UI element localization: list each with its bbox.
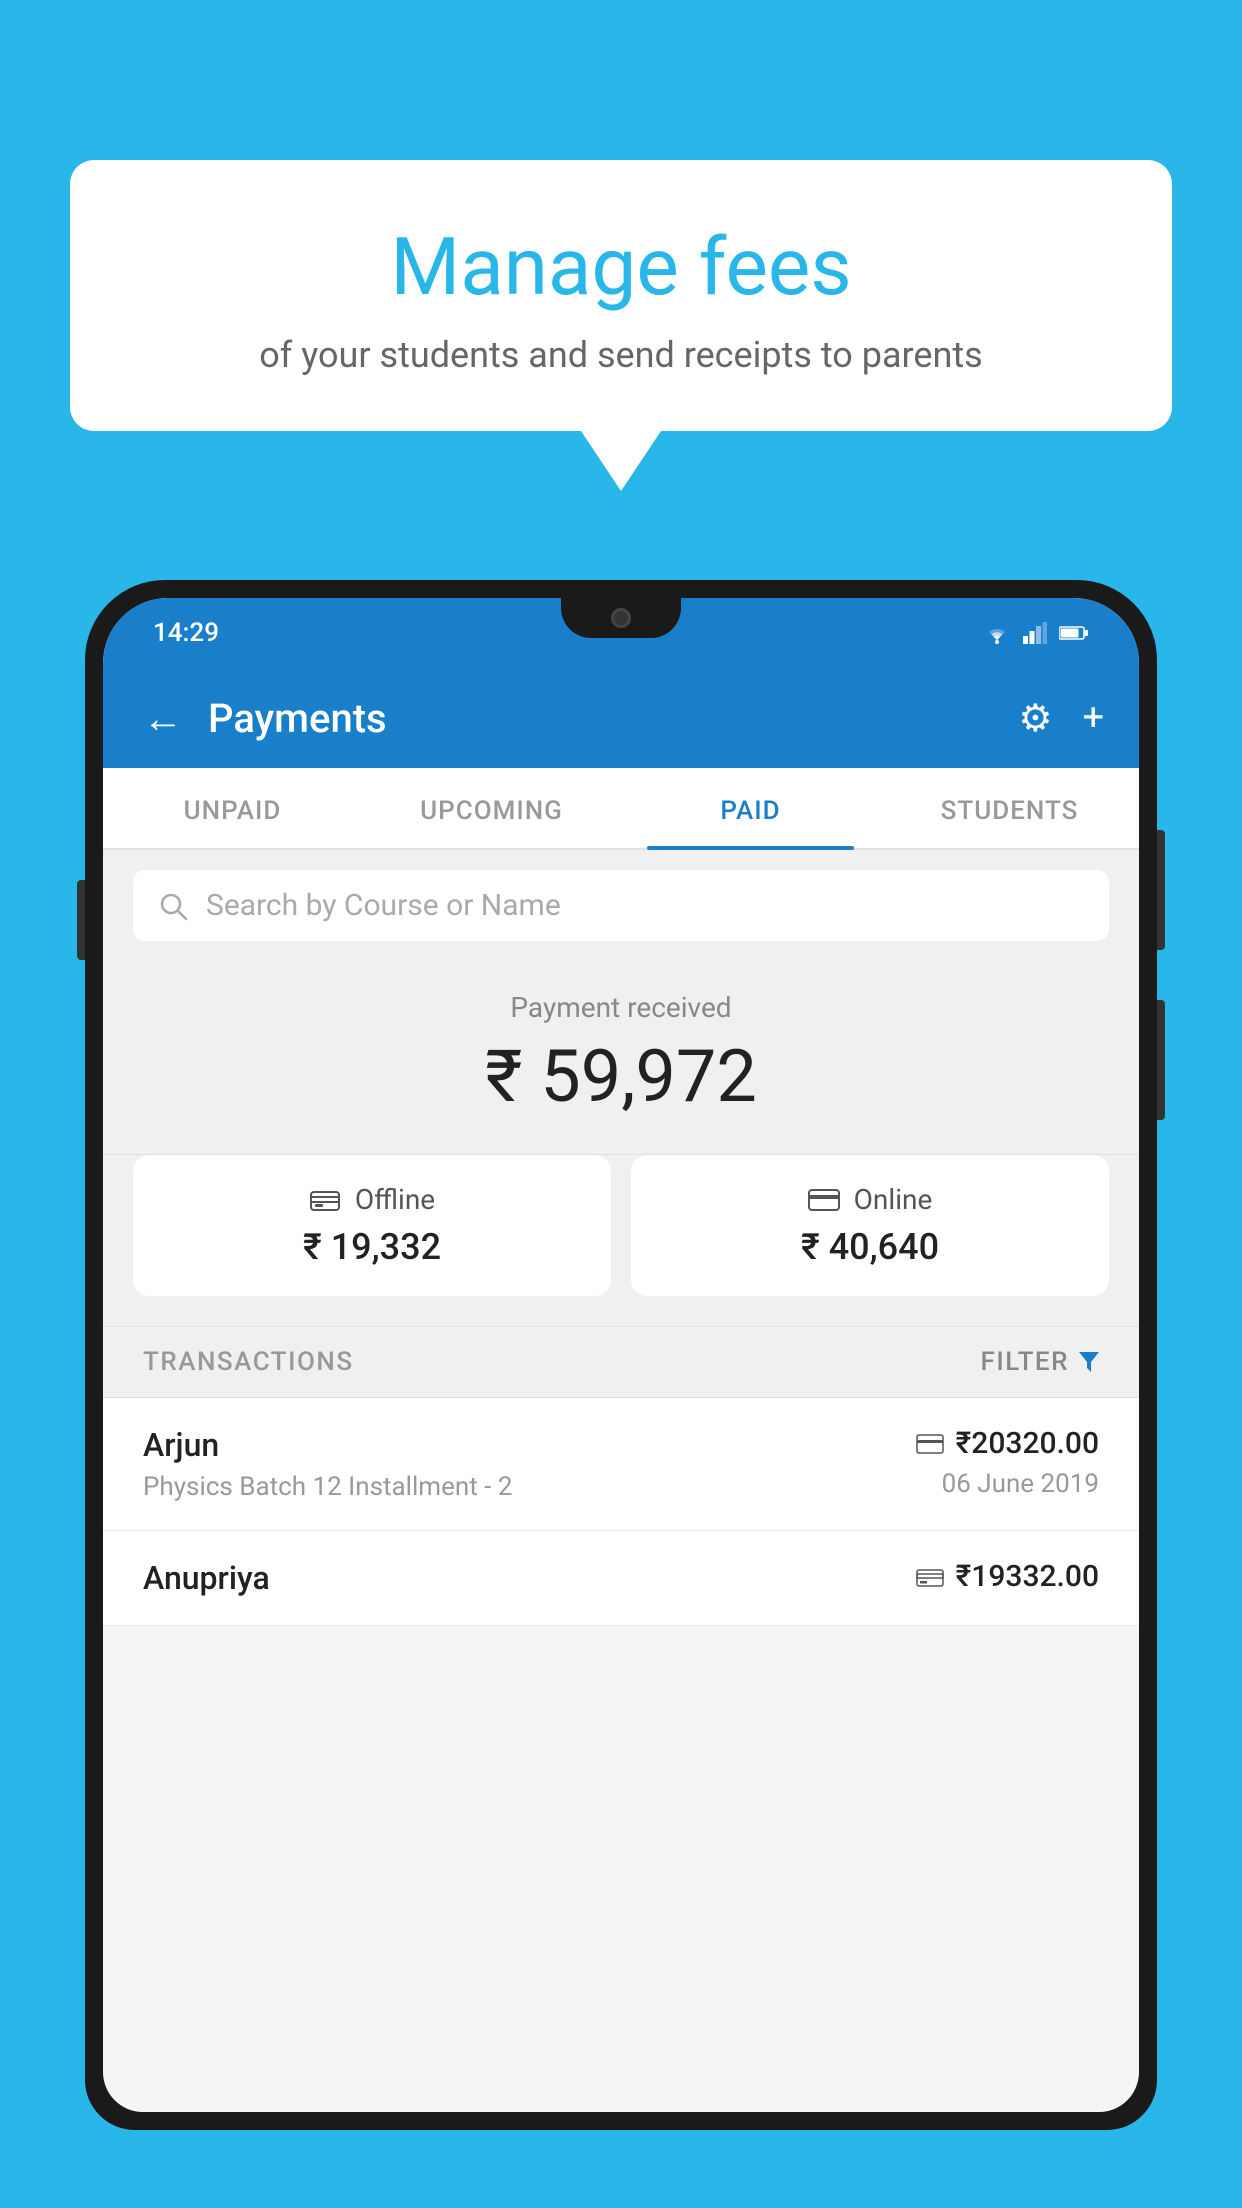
online-method-header: Online <box>656 1183 1084 1216</box>
status-icons <box>983 622 1089 644</box>
offline-payment-icon <box>916 1565 944 1589</box>
transaction-date: 06 June 2019 <box>942 1469 1099 1499</box>
back-button[interactable]: ← <box>138 690 188 747</box>
phone-notch <box>561 598 681 638</box>
filter-icon <box>1079 1352 1099 1372</box>
filter-label: FILTER <box>981 1347 1069 1377</box>
search-input-wrapper[interactable]: Search by Course or Name <box>133 870 1109 941</box>
speech-bubble: Manage fees of your students and send re… <box>70 160 1172 431</box>
phone-container: 14:29 <box>85 580 1157 2208</box>
power-button <box>1157 830 1165 950</box>
tab-unpaid[interactable]: UNPAID <box>103 768 362 848</box>
search-icon <box>158 891 188 921</box>
transaction-right: ₹19332.00 <box>916 1559 1099 1594</box>
battery-icon <box>1059 625 1089 641</box>
phone-frame: 14:29 <box>85 580 1157 2130</box>
app-header: ← Payments ⚙ + <box>103 668 1139 768</box>
speech-bubble-subtitle: of your students and send receipts to pa… <box>120 334 1122 376</box>
transaction-name: Arjun <box>143 1426 512 1464</box>
transaction-amount-row: ₹20320.00 <box>916 1426 1099 1461</box>
filter-button[interactable]: FILTER <box>981 1347 1099 1377</box>
volume-button <box>77 880 85 960</box>
phone-screen: 14:29 <box>103 598 1139 2112</box>
wifi-icon <box>983 622 1011 644</box>
status-time: 14:29 <box>153 618 219 648</box>
offline-amount: ₹ 19,332 <box>158 1226 586 1268</box>
transaction-amount: ₹20320.00 <box>956 1426 1099 1461</box>
power-button-lower <box>1157 1000 1165 1120</box>
tab-students[interactable]: STUDENTS <box>880 768 1139 848</box>
payment-summary: Payment received ₹ 59,972 <box>103 961 1139 1155</box>
offline-icon <box>309 1186 341 1214</box>
signal-icon <box>1023 622 1047 644</box>
online-label: Online <box>854 1183 933 1216</box>
transaction-row[interactable]: Anupriya ₹19332.00 <box>103 1531 1139 1626</box>
header-icons: ⚙ + <box>1018 696 1104 741</box>
tab-upcoming[interactable]: UPCOMING <box>362 768 621 848</box>
transaction-detail: Physics Batch 12 Installment - 2 <box>143 1472 512 1502</box>
tabs-container: UNPAID UPCOMING PAID STUDENTS <box>103 768 1139 850</box>
transactions-label: TRANSACTIONS <box>143 1347 354 1377</box>
transaction-right: ₹20320.00 06 June 2019 <box>916 1426 1099 1499</box>
add-button[interactable]: + <box>1082 696 1104 740</box>
page-title: Payments <box>208 695 998 742</box>
transaction-amount-row: ₹19332.00 <box>916 1559 1099 1594</box>
payment-methods: Offline ₹ 19,332 Online ₹ 40,640 <box>103 1155 1139 1326</box>
transaction-row[interactable]: Arjun Physics Batch 12 Installment - 2 ₹… <box>103 1398 1139 1531</box>
transaction-left: Anupriya <box>143 1559 270 1597</box>
online-amount: ₹ 40,640 <box>656 1226 1084 1268</box>
transaction-left: Arjun Physics Batch 12 Installment - 2 <box>143 1426 512 1502</box>
tab-paid[interactable]: PAID <box>621 768 880 848</box>
payment-amount: ₹ 59,972 <box>143 1034 1099 1119</box>
transactions-header: TRANSACTIONS FILTER <box>103 1326 1139 1398</box>
speech-bubble-container: Manage fees of your students and send re… <box>70 160 1172 491</box>
speech-bubble-title: Manage fees <box>120 220 1122 314</box>
search-placeholder: Search by Course or Name <box>206 888 561 923</box>
transaction-name: Anupriya <box>143 1559 270 1597</box>
speech-bubble-arrow <box>581 431 661 491</box>
offline-payment-card: Offline ₹ 19,332 <box>133 1155 611 1296</box>
transaction-amount: ₹19332.00 <box>956 1559 1099 1594</box>
search-container: Search by Course or Name <box>103 850 1139 961</box>
online-icon <box>808 1189 840 1211</box>
front-camera <box>611 608 631 628</box>
offline-label: Offline <box>355 1183 435 1216</box>
settings-button[interactable]: ⚙ <box>1018 696 1052 741</box>
payment-received-label: Payment received <box>143 991 1099 1024</box>
online-payment-card: Online ₹ 40,640 <box>631 1155 1109 1296</box>
offline-method-header: Offline <box>158 1183 586 1216</box>
card-icon <box>916 1434 944 1454</box>
status-bar: 14:29 <box>103 598 1139 668</box>
